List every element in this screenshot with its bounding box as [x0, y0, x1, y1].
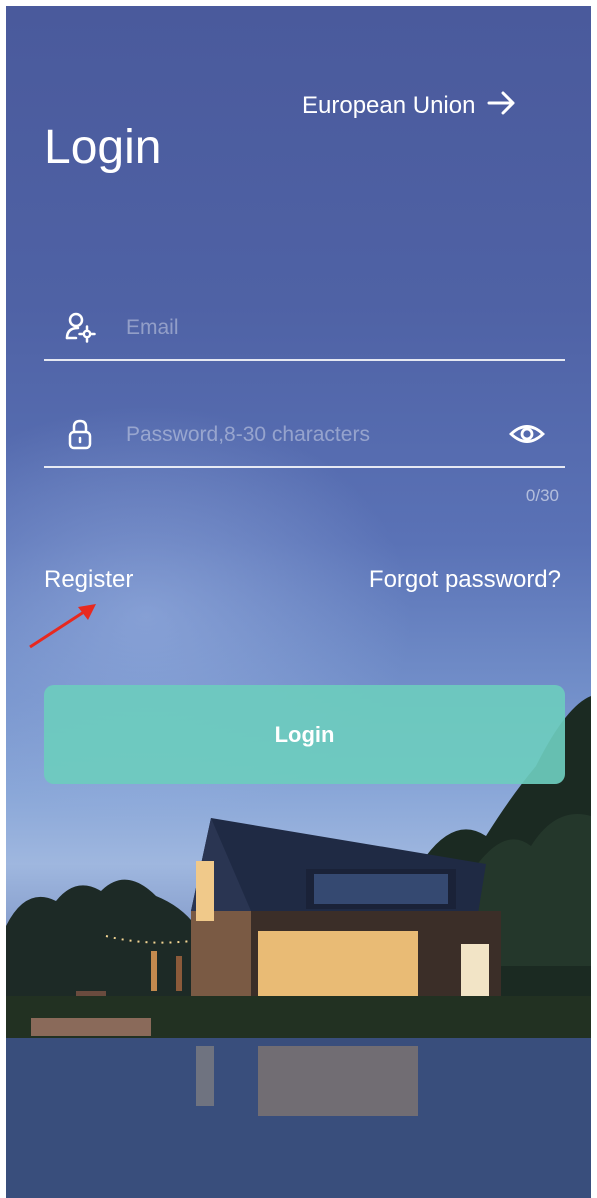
lake — [6, 1038, 591, 1198]
arrow-right-icon — [487, 89, 517, 124]
region-selector[interactable]: European Union — [302, 88, 517, 124]
forgot-password-link[interactable]: Forgot password? — [369, 566, 561, 594]
region-label: European Union — [302, 92, 476, 119]
background-scene — [6, 604, 591, 1198]
login-screen: European Union Login Email 0/30 Register… — [6, 6, 591, 1198]
login-button[interactable]: Login — [44, 685, 565, 784]
password-length-counter: 0/30 — [525, 486, 559, 505]
page-title: Login — [44, 121, 162, 174]
eye-icon[interactable] — [508, 416, 546, 452]
email-input[interactable] — [124, 307, 488, 349]
email-field — [44, 295, 565, 361]
red-arrow-annotation — [29, 606, 91, 649]
password-field — [44, 402, 565, 468]
register-link[interactable]: Register — [44, 566, 133, 594]
red-arrow-annotation-head — [78, 604, 96, 620]
user-settings-icon — [64, 311, 96, 343]
password-input[interactable] — [124, 414, 488, 456]
dock — [31, 1018, 151, 1036]
lock-icon — [64, 418, 96, 450]
